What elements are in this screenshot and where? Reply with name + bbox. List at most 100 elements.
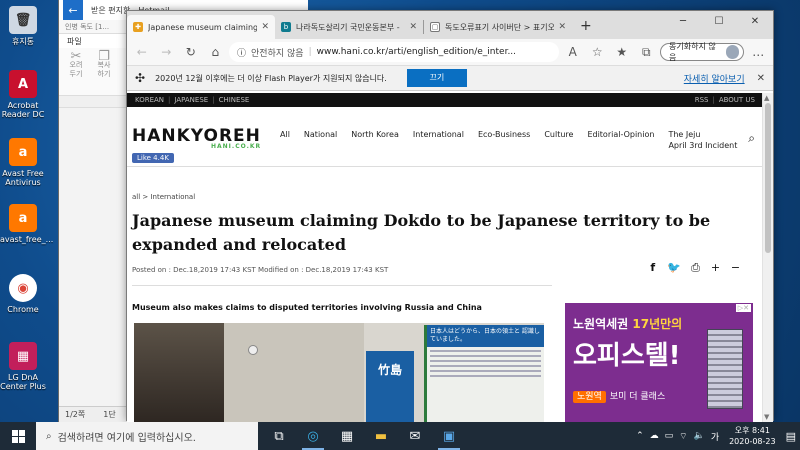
- lang-chinese[interactable]: CHINESE: [215, 96, 254, 104]
- about-us-link[interactable]: ABOUT US: [715, 96, 759, 104]
- home-icon[interactable]: ⌂: [205, 41, 227, 63]
- mail-icon[interactable]: ✉: [398, 422, 432, 450]
- menu-international[interactable]: International: [413, 130, 464, 151]
- explorer-icon[interactable]: ▬: [364, 422, 398, 450]
- refresh-icon[interactable]: ↻: [180, 41, 202, 63]
- copy-tool[interactable]: ❐ 복사하기: [95, 50, 113, 91]
- lang-korean[interactable]: KOREAN: [131, 96, 168, 104]
- ad-line3-text: 보미 더 클래스: [609, 392, 666, 402]
- new-tab-button[interactable]: +: [572, 15, 600, 39]
- volume-icon[interactable]: 🔈: [694, 431, 705, 441]
- twitter-icon[interactable]: 🐦: [667, 261, 681, 275]
- store-icon[interactable]: ▦: [330, 422, 364, 450]
- font-decrease-icon[interactable]: −: [730, 261, 741, 275]
- article-headline: Japanese museum claiming Dokdo to be Jap…: [132, 211, 711, 254]
- search-icon[interactable]: ⌕: [748, 131, 755, 146]
- tab-dokdo-cyber[interactable]: ▢ 독도오류표기 사이버단 > 표기오 ✕: [424, 15, 572, 39]
- window-controls: ─ ☐ ✕: [665, 11, 773, 33]
- chrome-icon: ◉: [9, 274, 37, 302]
- edge-icon[interactable]: ◎: [296, 422, 330, 450]
- tab-title: 나라독도살리기 국민운동본부 -: [296, 22, 400, 32]
- rss-link[interactable]: RSS: [691, 96, 713, 104]
- menu-north-korea[interactable]: North Korea: [351, 130, 399, 151]
- close-tab-icon[interactable]: ✕: [409, 22, 417, 32]
- bing-favicon-icon: b: [281, 22, 291, 32]
- task-view-icon[interactable]: ⧉: [262, 422, 296, 450]
- address-bar[interactable]: ⓘ 안전하지 않음 | www.hani.co.kr/arti/english_…: [229, 42, 559, 62]
- desktop-icon-avast-installer[interactable]: a avast_free_...: [0, 204, 53, 244]
- menu-national[interactable]: National: [304, 130, 337, 151]
- close-tab-icon[interactable]: ✕: [261, 22, 269, 32]
- close-infobar-icon[interactable]: ✕: [757, 73, 765, 84]
- menu-eco-business[interactable]: Eco-Business: [478, 130, 530, 151]
- desktop-icon-chrome[interactable]: ◉ Chrome: [0, 274, 46, 314]
- battery-icon[interactable]: ▭: [665, 431, 674, 441]
- facebook-like-button[interactable]: Like 4.4K: [132, 153, 174, 163]
- browser-window[interactable]: ✚ Japanese museum claiming Dokd ✕ b 나라독도…: [126, 10, 774, 422]
- clock[interactable]: 오후 8:41 2020-08-23: [729, 425, 776, 447]
- notification-icon[interactable]: ▤: [786, 430, 796, 443]
- desktop-icon-avast[interactable]: a Avast Free Antivirus: [0, 138, 46, 187]
- maximize-icon[interactable]: ☐: [701, 11, 737, 33]
- photo-board-lines: [427, 347, 544, 383]
- page-scrollbar[interactable]: ▲ ▼: [762, 93, 773, 422]
- info-icon[interactable]: ⓘ: [237, 46, 246, 59]
- back-arrow-icon[interactable]: ←: [63, 0, 83, 20]
- collections-icon[interactable]: ⧉: [636, 41, 658, 63]
- cloud-icon[interactable]: ☁: [650, 431, 659, 441]
- tab-title: 독도오류표기 사이버단 > 표기오: [445, 22, 555, 32]
- menu-jeju-line2: April 3rd Incident: [668, 141, 738, 150]
- scroll-thumb[interactable]: [765, 103, 771, 253]
- network-icon[interactable]: ⌔: [679, 431, 687, 442]
- scroll-up-icon[interactable]: ▲: [764, 94, 769, 102]
- desktop-icon-label: Chrome: [7, 305, 39, 314]
- tab-dokdo-movement[interactable]: b 나라독도살리기 국민운동본부 - ✕: [275, 15, 423, 39]
- recycle-bin-icon: 🗑: [9, 6, 37, 34]
- menu-all[interactable]: All: [280, 130, 290, 151]
- back-icon[interactable]: ←: [131, 41, 153, 63]
- favorite-star-icon[interactable]: ☆: [587, 41, 609, 63]
- turn-off-button[interactable]: 끄기: [406, 69, 467, 87]
- learn-more-link[interactable]: 자세히 알아보기: [684, 72, 745, 85]
- forward-icon[interactable]: →: [156, 41, 178, 63]
- menu-culture[interactable]: Culture: [544, 130, 573, 151]
- lang-japanese[interactable]: JAPANESE: [170, 96, 212, 104]
- advertisement[interactable]: ▷✕ 노원역세권 17년만의 오피스텔! 노원역 보미 더 클래스: [565, 303, 753, 422]
- taskbar-search[interactable]: ⌕ 검색하려면 여기에 입력하십시오.: [36, 422, 258, 450]
- cut-tool[interactable]: ✂ 오려 두기: [67, 50, 85, 91]
- close-icon[interactable]: ✕: [737, 11, 773, 33]
- print-icon[interactable]: ⎙: [690, 261, 701, 275]
- article-dates: Posted on : Dec.18,2019 17:43 KST Modifi…: [132, 266, 389, 274]
- facebook-icon[interactable]: f: [647, 261, 658, 275]
- breadcrumb[interactable]: all > International: [132, 193, 195, 201]
- show-hidden-icons-icon[interactable]: ⌃: [636, 431, 644, 441]
- tab-japanese-museum[interactable]: ✚ Japanese museum claiming Dokd ✕: [127, 15, 275, 39]
- ad-close-icon[interactable]: ▷✕: [735, 304, 751, 312]
- ad-line1: 노원역세권 17년만의: [573, 315, 682, 332]
- tab-title: Japanese museum claiming Dokd: [148, 22, 258, 32]
- sync-profile-button[interactable]: 동기화하지 않음: [660, 42, 745, 62]
- desktop-icon-lg-dna[interactable]: ▦ LG DnA Center Plus: [0, 342, 46, 391]
- close-tab-icon[interactable]: ✕: [558, 22, 566, 32]
- ime-indicator[interactable]: 가: [711, 430, 719, 443]
- font-increase-icon[interactable]: +: [710, 261, 721, 275]
- taskbar: ⌕ 검색하려면 여기에 입력하십시오. ⧉ ◎ ▦ ▬ ✉ ▣ ⌃ ☁ ▭ ⌔ …: [0, 422, 800, 450]
- desktop-icon-acrobat[interactable]: A Acrobat Reader DC: [0, 70, 46, 119]
- hotmail-app-icon[interactable]: ▣: [432, 422, 466, 450]
- menu-jeju[interactable]: The Jeju April 3rd Incident: [668, 129, 737, 151]
- minimize-icon[interactable]: ─: [665, 11, 701, 33]
- site-header: HANKYOREH HANI.CO.KR Like 4.4K All Natio…: [127, 107, 763, 167]
- flash-infobar: ✣ 2020년 12월 이후에는 더 이상 Flash Player가 지원되지…: [127, 65, 773, 91]
- address-separator: |: [308, 47, 312, 57]
- scroll-down-icon[interactable]: ▼: [764, 413, 769, 421]
- desktop-icon-recycle-bin[interactable]: 🗑 휴지통: [0, 6, 46, 46]
- infobar-message: 2020년 12월 이후에는 더 이상 Flash Player가 지원되지 않…: [155, 73, 387, 83]
- menu-editorial-opinion[interactable]: Editorial-Opinion: [587, 130, 654, 151]
- read-aloud-icon[interactable]: A: [562, 41, 584, 63]
- more-menu-icon[interactable]: …: [747, 41, 769, 63]
- favorites-list-icon[interactable]: ★: [611, 41, 633, 63]
- taskbar-search-placeholder: 검색하려면 여기에 입력하십시오.: [57, 432, 196, 444]
- share-tools: f 🐦 ⎙ + −: [647, 261, 741, 275]
- photo-sign: 竹島: [366, 351, 414, 422]
- start-button[interactable]: [0, 422, 36, 450]
